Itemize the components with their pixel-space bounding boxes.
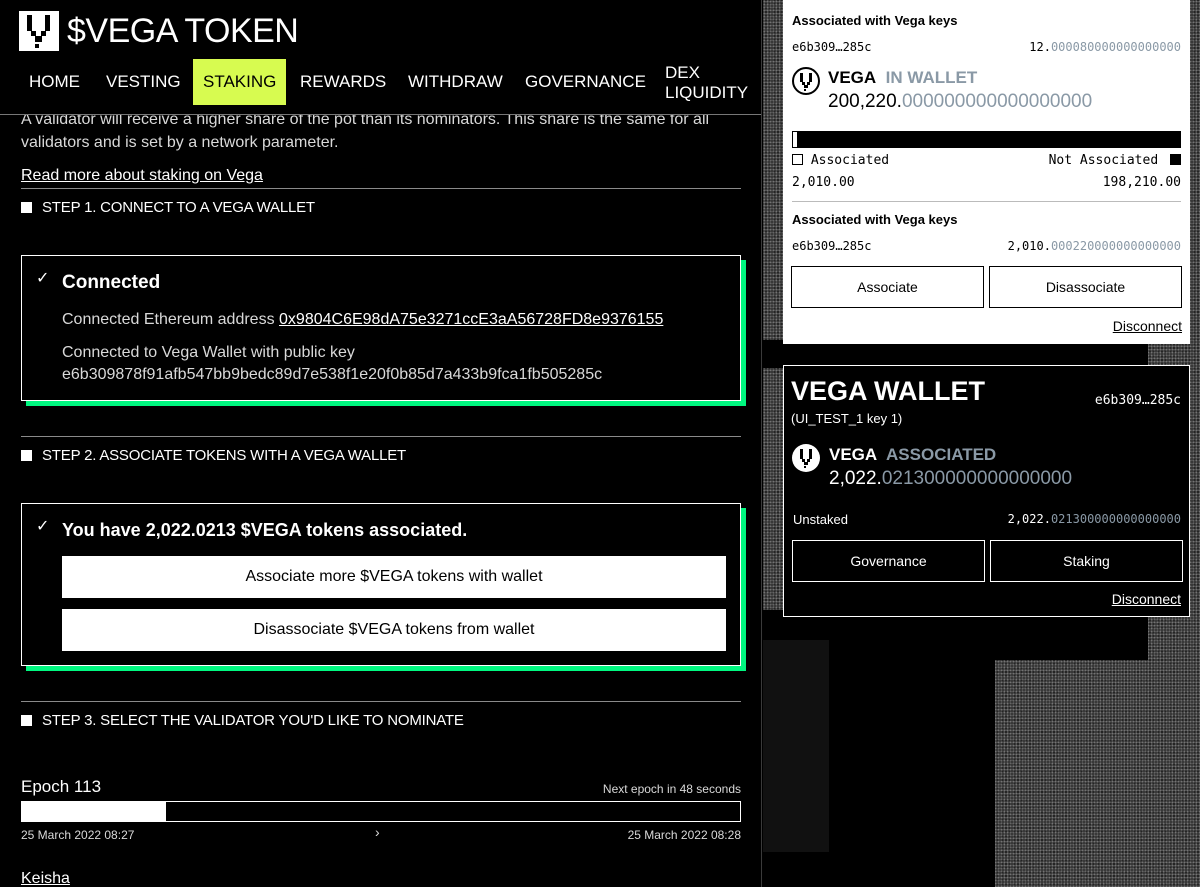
- eth-address-line: Connected Ethereum address 0x9804C6E98dA…: [62, 311, 664, 328]
- associated-heading: Associated with Vega keys: [792, 212, 958, 227]
- square-bullet-icon: [21, 715, 32, 726]
- background-block: [763, 852, 913, 887]
- epoch-start-date: 25 March 2022 08:27: [21, 828, 135, 842]
- background-block: [763, 640, 829, 887]
- vega-key-name: (UI_TEST_1 key 1): [791, 411, 903, 426]
- nav-rewards[interactable]: REWARDS: [290, 59, 396, 105]
- divider: [21, 701, 741, 702]
- not-associated-swatch-icon: [1170, 154, 1181, 165]
- association-legend: Associated Not Associated: [792, 153, 1181, 168]
- nav-dex-liquidity[interactable]: DEX LIQUIDITY: [655, 59, 758, 105]
- wallet-balance: 200,220.000000000000000000: [828, 91, 1093, 112]
- epoch-progress-bar: [21, 801, 741, 822]
- vega-token-icon: [792, 67, 820, 95]
- step-2-heading: STEP 2. ASSOCIATE TOKENS WITH A VEGA WAL…: [21, 447, 406, 464]
- divider: [792, 201, 1181, 202]
- square-bullet-icon: [21, 450, 32, 461]
- card-title: Connected: [62, 272, 161, 293]
- eth-address-link[interactable]: 0x9804C6E98dA75e3271ccE3aA56728FD8e93761…: [279, 311, 663, 328]
- next-epoch-text: Next epoch in 48 seconds: [602, 782, 741, 796]
- vega-logo-icon[interactable]: [19, 11, 59, 51]
- vega-public-key: e6b309878f91afb547bb9bedc89d7e538f1e20f0…: [62, 366, 603, 383]
- nav-vesting[interactable]: VESTING: [96, 59, 191, 105]
- epoch-label: Epoch 113: [21, 777, 102, 796]
- associated-key-row: e6b309…285c 2,010.000220000000000000: [792, 239, 1181, 253]
- associate-button[interactable]: Associate: [791, 266, 984, 308]
- associated-balance: 2,022.021300000000000000: [829, 468, 1073, 489]
- governance-button[interactable]: Governance: [792, 540, 985, 582]
- ethereum-wallet-panel: Associated with Vega keys e6b309…285c 12…: [783, 0, 1190, 344]
- association-bar: [792, 131, 1181, 148]
- vega-wallet-title: VEGA WALLET: [791, 376, 985, 406]
- top-header: $VEGA TOKEN HOME VESTING STAKING REWARDS…: [0, 0, 761, 115]
- background-block: [763, 340, 1148, 368]
- disconnect-link[interactable]: Disconnect: [1113, 318, 1182, 334]
- associated-key-row: e6b309…285c 12.000080000000000000: [792, 40, 1181, 54]
- unstaked-label: Unstaked: [793, 512, 848, 527]
- validator-link[interactable]: Keisha: [21, 870, 70, 887]
- card-title: You have 2,022.0213 $VEGA tokens associa…: [62, 520, 468, 540]
- associated-card: ✓ You have 2,022.0213 $VEGA tokens assoc…: [21, 503, 741, 666]
- step-3-heading: STEP 3. SELECT THE VALIDATOR YOU'D LIKE …: [21, 712, 464, 729]
- association-bar-fill: [793, 132, 797, 147]
- brand-title: $VEGA TOKEN: [67, 12, 299, 50]
- token-label: VEGA ASSOCIATED: [829, 445, 997, 464]
- epoch-progress-fill: [22, 802, 166, 821]
- vega-token-icon: [792, 444, 820, 472]
- associated-swatch-icon: [792, 154, 803, 165]
- nav-staking[interactable]: STAKING: [193, 59, 287, 105]
- nav-home[interactable]: HOME: [19, 59, 90, 105]
- disconnect-link[interactable]: Disconnect: [1112, 591, 1181, 607]
- associate-more-button[interactable]: Associate more $VEGA tokens with wallet: [62, 556, 726, 598]
- vega-wallet-panel: VEGA WALLET e6b309…285c (UI_TEST_1 key 1…: [783, 365, 1190, 617]
- step-1-heading: STEP 1. CONNECT TO A VEGA WALLET: [21, 199, 315, 216]
- check-icon: ✓: [36, 270, 50, 287]
- check-icon: ✓: [36, 518, 50, 535]
- read-more-link[interactable]: Read more about staking on Vega: [21, 167, 263, 185]
- association-values: 2,010.00 198,210.00: [792, 175, 1181, 190]
- disassociate-button[interactable]: Disassociate $VEGA tokens from wallet: [62, 609, 726, 651]
- divider: [21, 436, 741, 437]
- nav-withdraw[interactable]: WITHDRAW: [398, 59, 513, 105]
- epoch-end-date: 25 March 2022 08:28: [627, 828, 741, 842]
- connected-card: ✓ Connected Connected Ethereum address 0…: [21, 255, 741, 401]
- vega-key-prefix: Connected to Vega Wallet with public key: [62, 344, 355, 361]
- wallet-sidebar: Associated with Vega keys e6b309…285c 12…: [763, 0, 1200, 887]
- token-label: VEGA IN WALLET: [828, 68, 978, 87]
- divider: [21, 188, 741, 189]
- staking-button[interactable]: Staking: [990, 540, 1183, 582]
- vega-key-short: e6b309…285c: [1094, 393, 1181, 408]
- associated-heading: Associated with Vega keys: [792, 13, 958, 28]
- chevron-right-icon: ›: [375, 824, 380, 840]
- disassociate-button[interactable]: Disassociate: [989, 266, 1182, 308]
- unstaked-value: 2,022.021300000000000000: [1007, 512, 1181, 526]
- square-bullet-icon: [21, 202, 32, 213]
- nav-governance[interactable]: GOVERNANCE: [515, 59, 656, 105]
- staking-content: A validator will receive a higher share …: [0, 0, 761, 887]
- main-column: A validator will receive a higher share …: [0, 0, 762, 887]
